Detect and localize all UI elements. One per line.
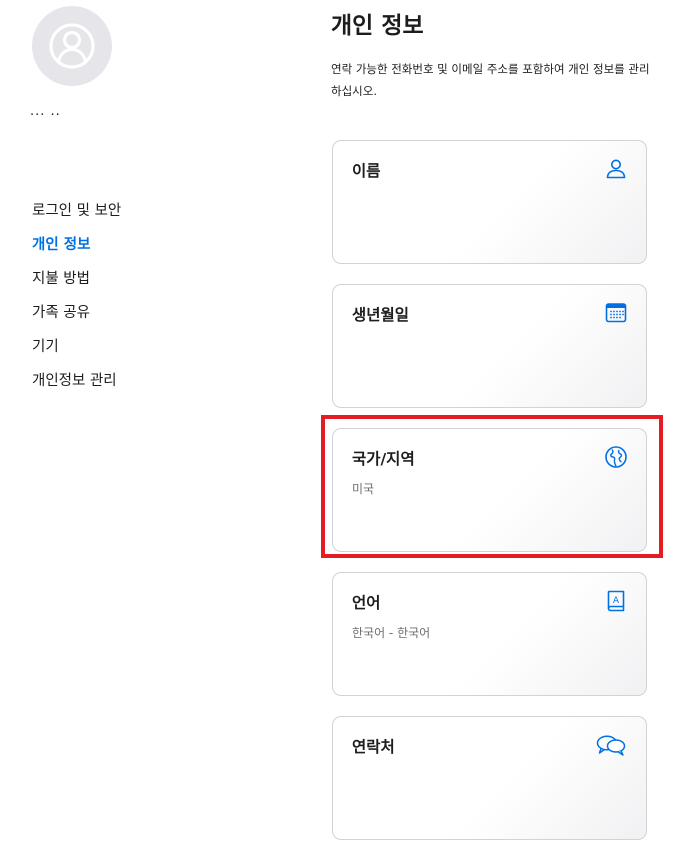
sidebar-nav: 로그인 및 보안 개인 정보 지불 방법 가족 공유 기기 개인정보 관리	[32, 200, 121, 404]
sidebar-item-family-sharing[interactable]: 가족 공유	[32, 302, 121, 336]
card-name[interactable]: 이름	[332, 140, 647, 264]
card-title: 생년월일	[352, 306, 410, 324]
sidebar-item-personal-info[interactable]: 개인 정보	[32, 234, 121, 268]
person-icon	[604, 157, 628, 181]
calendar-icon	[604, 301, 628, 325]
user-name: ... ..	[30, 104, 61, 118]
card-title: 연락처	[352, 738, 395, 756]
card-title: 이름	[352, 162, 381, 180]
page-title: 개인 정보	[331, 13, 424, 39]
avatar[interactable]	[32, 6, 112, 86]
sidebar-item-login-security[interactable]: 로그인 및 보안	[32, 200, 121, 234]
card-birthday[interactable]: 생년월일	[332, 284, 647, 408]
card-title: 언어	[352, 594, 381, 612]
sidebar-item-payment-methods[interactable]: 지불 방법	[32, 268, 121, 302]
sidebar-item-devices[interactable]: 기기	[32, 336, 121, 370]
card-language[interactable]: 언어 한국어 - 한국어 A	[332, 572, 647, 696]
person-circle-icon	[49, 23, 95, 69]
sidebar-item-privacy[interactable]: 개인정보 관리	[32, 370, 121, 404]
chat-bubbles-icon	[596, 733, 626, 757]
page: ... .. 로그인 및 보안 개인 정보 지불 방법 가족 공유 기기 개인정…	[0, 0, 681, 848]
page-description: 연락 가능한 전화번호 및 이메일 주소를 포함하여 개인 정보를 관리하십시오…	[331, 62, 650, 98]
svg-text:A: A	[613, 596, 620, 606]
highlight-box	[321, 415, 663, 558]
card-contact[interactable]: 연락처	[332, 716, 647, 840]
card-value: 한국어 - 한국어	[352, 626, 431, 640]
book-icon: A	[604, 589, 628, 613]
